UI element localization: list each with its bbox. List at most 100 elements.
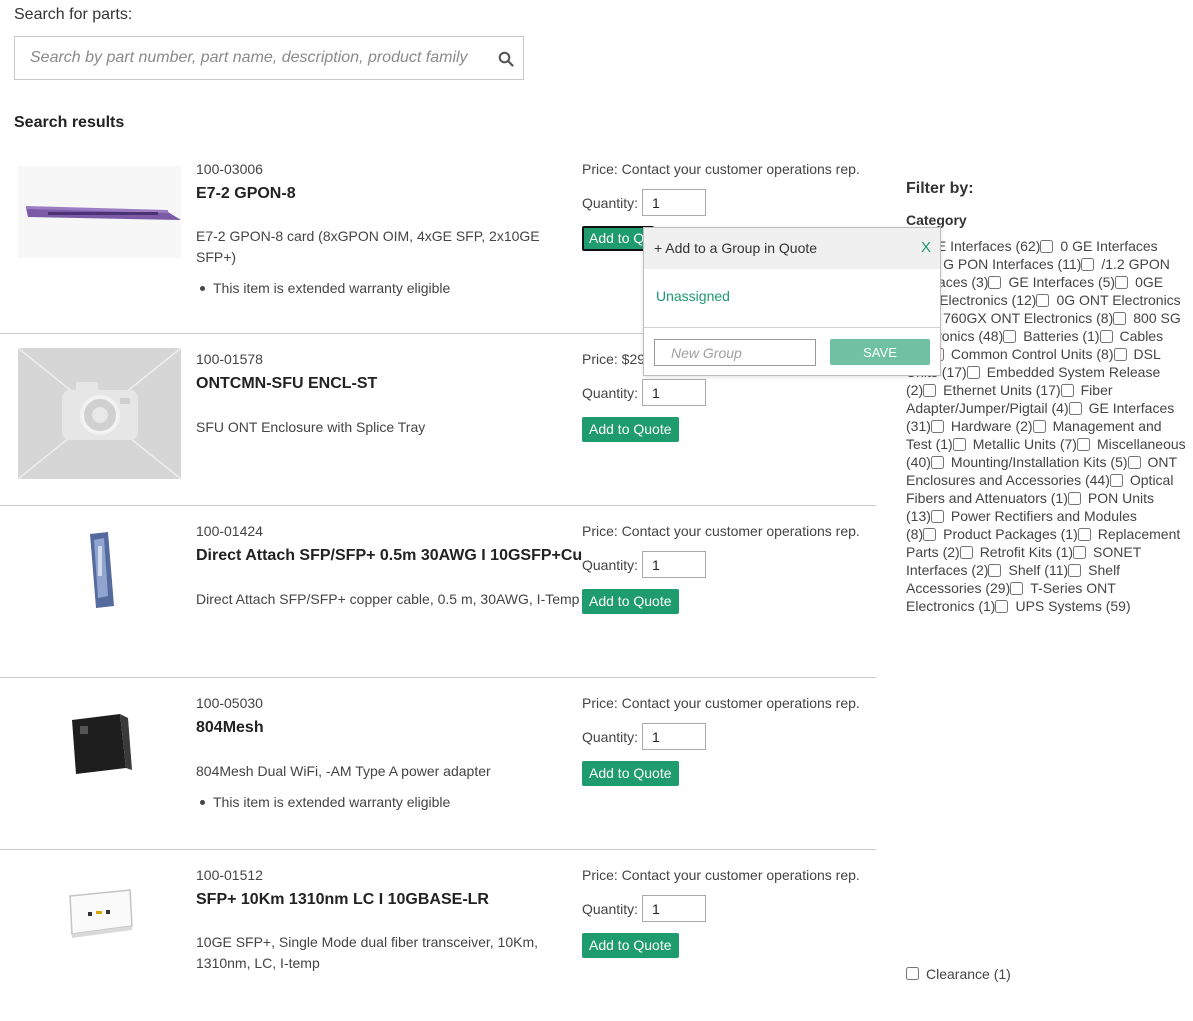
- save-group-button[interactable]: SAVE: [830, 339, 930, 365]
- category-filter-item[interactable]: G PON Interfaces (11): [923, 256, 1081, 272]
- quantity-label: Quantity:: [582, 557, 639, 573]
- category-filter-item[interactable]: Retrofit Kits (1): [959, 544, 1073, 560]
- category-checkbox[interactable]: [1073, 546, 1087, 559]
- category-checkbox[interactable]: [930, 510, 944, 523]
- category-filter-item[interactable]: Product Packages (1): [923, 526, 1078, 542]
- category-filter-item[interactable]: Hardware (2): [930, 418, 1033, 434]
- search-input[interactable]: [15, 37, 485, 79]
- category-label: Metallic Units (7): [972, 436, 1077, 452]
- category-checkbox[interactable]: [923, 384, 937, 397]
- category-checkbox[interactable]: [959, 546, 973, 559]
- category-checkbox[interactable]: [952, 438, 966, 451]
- product-image[interactable]: [18, 698, 181, 829]
- category-checkbox[interactable]: [1010, 582, 1024, 595]
- popup-header: + Add to a Group in Quote X: [644, 228, 940, 269]
- category-filter-item[interactable]: 760GX ONT Electronics (8): [923, 310, 1113, 326]
- product-description: E7-2 GPON-8 card (8xGPON OIM, 4xGE SFP, …: [196, 228, 540, 265]
- quantity-input[interactable]: [642, 379, 706, 406]
- product-image[interactable]: [18, 158, 181, 289]
- product-name[interactable]: SFP+ 10Km 1310nm LC I 10GBASE-LR: [196, 891, 489, 909]
- category-checkbox[interactable]: [1113, 312, 1127, 325]
- product-image[interactable]: [18, 870, 181, 1001]
- category-checkbox[interactable]: [1077, 528, 1091, 541]
- product-card: 100-01424 Direct Attach SFP/SFP+ 0.5m 30…: [0, 505, 876, 677]
- category-checkbox[interactable]: [1115, 276, 1129, 289]
- category-checkbox[interactable]: [1068, 402, 1082, 415]
- category-label: Hardware (2): [950, 418, 1033, 434]
- category-checkbox[interactable]: [930, 420, 944, 433]
- category-label: GE Interfaces (62): [926, 238, 1041, 254]
- price: Price: Contact your customer operations …: [582, 161, 860, 177]
- quantity-input[interactable]: [642, 551, 706, 578]
- add-to-quote-button[interactable]: Add to Quote: [582, 761, 679, 786]
- category-checkbox[interactable]: [988, 564, 1002, 577]
- product-card: 100-05030 804Mesh 804Mesh Dual WiFi, -AM…: [0, 677, 876, 849]
- category-label: G PON Interfaces (11): [943, 256, 1082, 272]
- part-number: 100-01578: [196, 351, 263, 367]
- add-to-quote-button[interactable]: Add to Quote: [582, 417, 679, 442]
- new-group-input[interactable]: [654, 339, 816, 366]
- category-filter-item[interactable]: Ethernet Units (17): [923, 382, 1061, 398]
- category-checkbox[interactable]: [1127, 456, 1141, 469]
- results-title: Search results: [14, 114, 125, 131]
- search-label: Search for parts:: [14, 6, 133, 23]
- category-checkbox[interactable]: [1113, 348, 1127, 361]
- part-number: 100-01424: [196, 523, 263, 539]
- product-name[interactable]: E7-2 GPON-8: [196, 185, 296, 203]
- category-checkbox[interactable]: [1032, 420, 1046, 433]
- group-option-unassigned[interactable]: Unassigned: [656, 288, 730, 304]
- warranty-note-text: This item is extended warranty eligible: [213, 794, 451, 810]
- category-filter-item[interactable]: Metallic Units (7): [952, 436, 1077, 452]
- popup-divider: [644, 327, 940, 328]
- product-description: 10GE SFP+, Single Mode dual fiber transc…: [196, 934, 539, 971]
- add-to-quote-button[interactable]: Add to Quote: [582, 933, 679, 958]
- category-filter-item[interactable]: Mounting/Installation Kits (5): [930, 454, 1128, 470]
- product-description: SFU ONT Enclosure with Splice Tray: [196, 419, 426, 435]
- bullet-icon: [200, 285, 205, 291]
- category-label: Batteries (1): [1023, 328, 1100, 344]
- category-label: Mounting/Installation Kits (5): [950, 454, 1128, 470]
- quantity-label: Quantity:: [582, 195, 639, 211]
- clearance-filter[interactable]: Clearance (1): [906, 965, 1011, 983]
- add-to-quote-button[interactable]: Add to Quote: [582, 589, 679, 614]
- quantity-input[interactable]: [642, 895, 706, 922]
- category-checkbox[interactable]: [930, 456, 944, 469]
- category-checkbox[interactable]: [988, 276, 1002, 289]
- category-checkbox[interactable]: [1067, 492, 1081, 505]
- clearance-checkbox[interactable]: [906, 967, 919, 980]
- category-label: GE Interfaces (5): [1008, 274, 1116, 290]
- category-checkbox[interactable]: [995, 600, 1009, 613]
- category-checkbox[interactable]: [1060, 384, 1074, 397]
- quantity-label: Quantity:: [582, 901, 639, 917]
- category-checkbox[interactable]: [1076, 438, 1090, 451]
- part-number: 100-03006: [196, 161, 263, 177]
- category-checkbox[interactable]: [1003, 330, 1017, 343]
- category-checkbox[interactable]: [966, 366, 980, 379]
- category-heading: Category: [906, 212, 967, 228]
- category-checkbox[interactable]: [1081, 258, 1095, 271]
- category-checkbox[interactable]: [1036, 294, 1050, 307]
- category-checkbox[interactable]: [1040, 240, 1054, 253]
- category-filter-item[interactable]: Shelf (11): [988, 562, 1068, 578]
- category-filter-item[interactable]: GE Interfaces (5): [988, 274, 1115, 290]
- category-checkbox[interactable]: [923, 528, 937, 541]
- category-filter-item[interactable]: UPS Systems (59): [995, 598, 1131, 614]
- quantity-input[interactable]: [642, 723, 706, 750]
- close-icon[interactable]: X: [921, 239, 931, 256]
- product-image[interactable]: [18, 526, 181, 657]
- category-checkbox[interactable]: [1109, 474, 1123, 487]
- search-icon[interactable]: [498, 51, 514, 67]
- product-name[interactable]: 804Mesh: [196, 719, 264, 737]
- category-checkbox[interactable]: [1099, 330, 1113, 343]
- placeholder-camera-image[interactable]: [18, 348, 181, 479]
- product-name[interactable]: Direct Attach SFP/SFP+ 0.5m 30AWG I 10GS…: [196, 547, 582, 565]
- category-checkbox[interactable]: [1068, 564, 1082, 577]
- quantity-input[interactable]: [642, 189, 706, 216]
- search-box: [14, 36, 524, 80]
- category-label: Ethernet Units (17): [943, 382, 1061, 398]
- product-name[interactable]: ONTCMN-SFU ENCL-ST: [196, 375, 377, 393]
- category-list: GE Interfaces (62)0 GE Interfaces (4)G P…: [906, 237, 1186, 615]
- category-filter-item[interactable]: Common Control Units (8): [930, 346, 1114, 362]
- category-label: Common Control Units (8): [950, 346, 1114, 362]
- category-filter-item[interactable]: Batteries (1): [1003, 328, 1100, 344]
